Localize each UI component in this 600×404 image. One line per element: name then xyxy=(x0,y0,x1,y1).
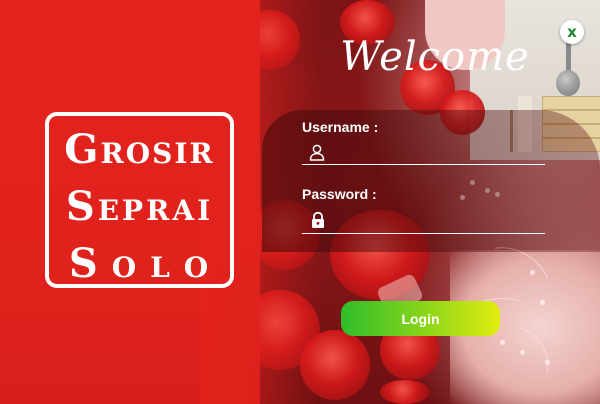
close-button[interactable]: x xyxy=(560,20,584,44)
user-icon xyxy=(309,144,325,161)
lock-icon xyxy=(312,211,324,228)
dot-decor xyxy=(540,300,545,305)
username-input[interactable] xyxy=(330,142,546,164)
dot-decor xyxy=(500,340,505,345)
vase-decor xyxy=(566,40,571,72)
logo-line-seprai: Seprai xyxy=(65,183,214,230)
dot-decor xyxy=(545,360,550,365)
password-underline xyxy=(302,233,545,234)
login-window: Grosir Seprai Solo Welcome x Username : … xyxy=(0,0,600,404)
close-icon: x xyxy=(567,22,577,41)
brand-logo: Grosir Seprai Solo xyxy=(45,112,234,288)
dot-decor xyxy=(520,350,525,355)
logo-line-grosir: Grosir xyxy=(64,126,215,173)
vase-body-decor xyxy=(556,70,580,96)
rose-decor xyxy=(380,380,430,404)
logo-line-solo: Solo xyxy=(68,240,223,287)
dot-decor xyxy=(530,270,535,275)
welcome-heading: Welcome xyxy=(340,34,530,80)
password-input[interactable] xyxy=(330,210,546,232)
username-label: Username : xyxy=(302,119,379,135)
login-button[interactable]: Login xyxy=(341,301,500,336)
username-underline xyxy=(302,164,545,165)
password-label: Password : xyxy=(302,186,377,202)
